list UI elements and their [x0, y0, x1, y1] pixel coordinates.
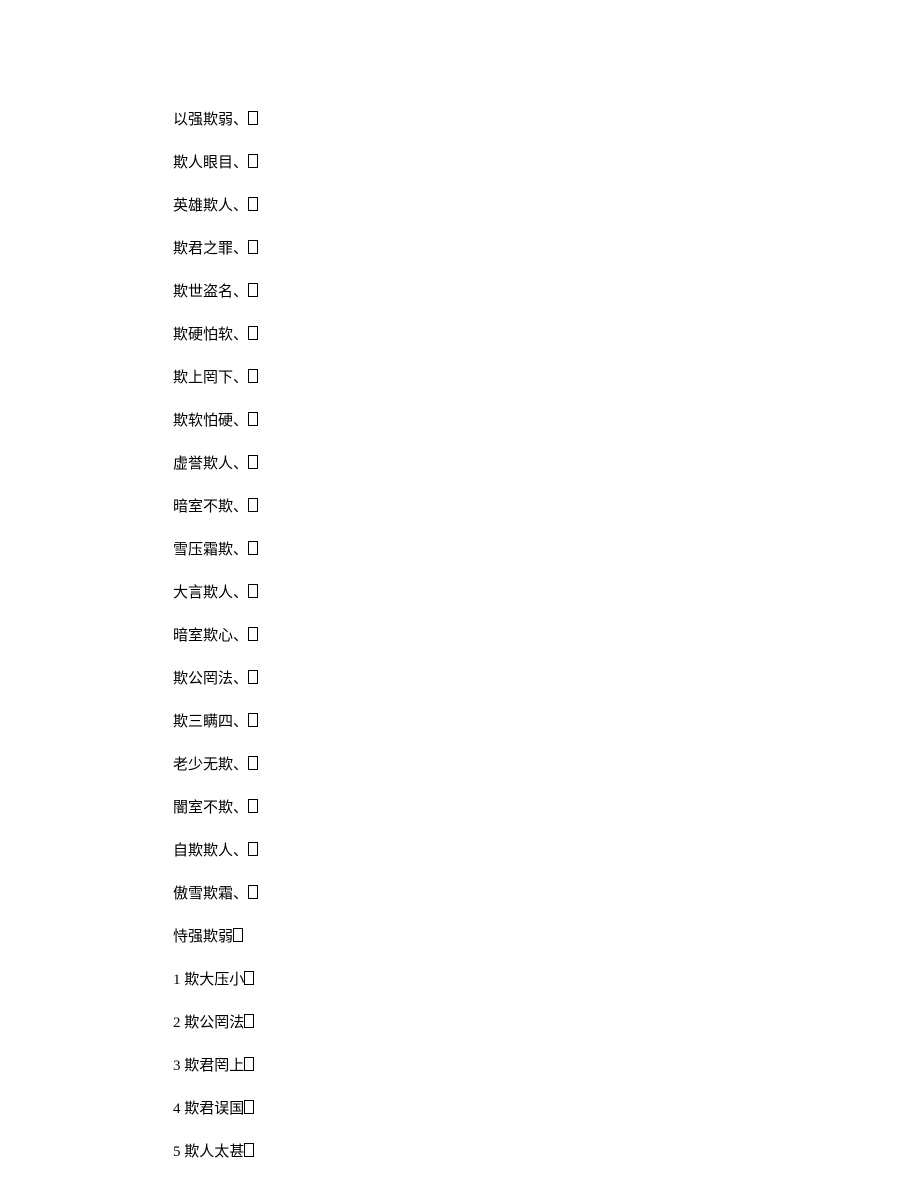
line-number: 3 [173, 1058, 181, 1074]
idiom-text: 恃强欺弱 [173, 929, 233, 945]
idiom-text: 欺大压小 [184, 972, 244, 988]
idiom-line: 欺三瞒四、 [173, 712, 920, 730]
tofu-glyph [248, 197, 258, 211]
tofu-glyph [248, 111, 258, 125]
idiom-text: 欺人眼目、 [173, 155, 248, 171]
idiom-line: 欺公罔法、 [173, 669, 920, 687]
line-number: 2 [173, 1015, 181, 1031]
numbered-idiom-line: 4 欺君误国 [173, 1099, 920, 1117]
idiom-text: 暗室不欺、 [173, 499, 248, 515]
idiom-line: 欺硬怕软、 [173, 325, 920, 343]
idiom-line: 老少无欺、 [173, 755, 920, 773]
idiom-text: 欺公罔法 [184, 1015, 244, 1031]
idiom-text: 欺公罔法、 [173, 671, 248, 687]
tofu-glyph [244, 971, 254, 985]
idiom-line: 欺世盗名、 [173, 282, 920, 300]
tofu-glyph [248, 756, 258, 770]
tofu-glyph [248, 627, 258, 641]
idiom-text: 欺软怕硬、 [173, 413, 248, 429]
tofu-glyph [248, 842, 258, 856]
line-number: 5 [173, 1144, 181, 1160]
tofu-glyph [248, 455, 258, 469]
tofu-glyph [248, 154, 258, 168]
idiom-text: 以强欺弱、 [173, 112, 248, 128]
idiom-line: 恃强欺弱 [173, 927, 920, 945]
idiom-text: 欺上罔下、 [173, 370, 248, 386]
idiom-text: 虚誉欺人、 [173, 456, 248, 472]
idiom-line: 暗室欺心、 [173, 626, 920, 644]
tofu-glyph [244, 1100, 254, 1114]
tofu-glyph [248, 369, 258, 383]
numbered-idiom-line: 5 欺人太甚 [173, 1142, 920, 1160]
tofu-glyph [248, 326, 258, 340]
idiom-line: 欺人眼目、 [173, 153, 920, 171]
idiom-text: 欺君之罪、 [173, 241, 248, 257]
tofu-glyph [248, 799, 258, 813]
tofu-glyph [248, 498, 258, 512]
idiom-text: 老少无欺、 [173, 757, 248, 773]
idiom-text: 傲雪欺霜、 [173, 886, 248, 902]
idiom-line: 傲雪欺霜、 [173, 884, 920, 902]
tofu-glyph [248, 541, 258, 555]
idiom-line: 虚誉欺人、 [173, 454, 920, 472]
tofu-glyph [248, 885, 258, 899]
idiom-text: 闇室不欺、 [173, 800, 248, 816]
idiom-line: 暗室不欺、 [173, 497, 920, 515]
idiom-list: 以强欺弱、欺人眼目、英雄欺人、欺君之罪、欺世盗名、欺硬怕软、欺上罔下、欺软怕硬、… [173, 110, 920, 945]
tofu-glyph [248, 584, 258, 598]
numbered-idiom-line: 3 欺君罔上 [173, 1056, 920, 1074]
tofu-glyph [248, 670, 258, 684]
tofu-glyph [244, 1014, 254, 1028]
idiom-text: 欺世盗名、 [173, 284, 248, 300]
idiom-line: 欺软怕硬、 [173, 411, 920, 429]
tofu-glyph [248, 412, 258, 426]
idiom-text: 欺君误国 [184, 1101, 244, 1117]
idiom-line: 英雄欺人、 [173, 196, 920, 214]
line-number: 4 [173, 1101, 181, 1117]
idiom-text: 大言欺人、 [173, 585, 248, 601]
idiom-line: 欺君之罪、 [173, 239, 920, 257]
numbered-idiom-line: 2 欺公罔法 [173, 1013, 920, 1031]
numbered-idiom-list: 1 欺大压小 2 欺公罔法 3 欺君罔上 4 欺君误国 5 欺人太甚 [173, 970, 920, 1160]
tofu-glyph [233, 928, 243, 942]
idiom-line: 以强欺弱、 [173, 110, 920, 128]
idiom-text: 雪压霜欺、 [173, 542, 248, 558]
idiom-line: 大言欺人、 [173, 583, 920, 601]
tofu-glyph [248, 713, 258, 727]
idiom-line: 闇室不欺、 [173, 798, 920, 816]
line-number: 1 [173, 972, 181, 988]
idiom-text: 欺人太甚 [184, 1144, 244, 1160]
idiom-text: 欺硬怕软、 [173, 327, 248, 343]
idiom-line: 欺上罔下、 [173, 368, 920, 386]
numbered-idiom-line: 1 欺大压小 [173, 970, 920, 988]
idiom-text: 英雄欺人、 [173, 198, 248, 214]
tofu-glyph [244, 1057, 254, 1071]
tofu-glyph [248, 283, 258, 297]
document-page: 以强欺弱、欺人眼目、英雄欺人、欺君之罪、欺世盗名、欺硬怕软、欺上罔下、欺软怕硬、… [0, 0, 920, 1160]
tofu-glyph [244, 1143, 254, 1157]
idiom-text: 欺三瞒四、 [173, 714, 248, 730]
idiom-text: 自欺欺人、 [173, 843, 248, 859]
idiom-line: 雪压霜欺、 [173, 540, 920, 558]
idiom-text: 暗室欺心、 [173, 628, 248, 644]
idiom-text: 欺君罔上 [184, 1058, 244, 1074]
idiom-line: 自欺欺人、 [173, 841, 920, 859]
tofu-glyph [248, 240, 258, 254]
